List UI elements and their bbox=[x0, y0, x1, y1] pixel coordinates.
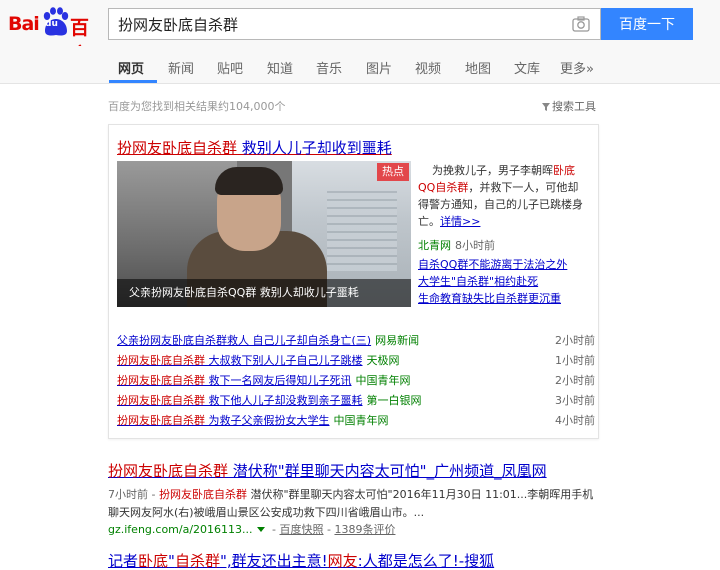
search-box[interactable] bbox=[108, 8, 601, 40]
tab-web[interactable]: 网页 bbox=[118, 58, 144, 77]
news-source: 北青网 8小时前 bbox=[418, 239, 495, 252]
search-input[interactable] bbox=[118, 15, 558, 33]
news-item-title[interactable]: 父亲扮网友卧底自杀群救人 自己儿子却自杀身亡(三) bbox=[117, 334, 371, 347]
logo-du-text: du bbox=[45, 19, 58, 29]
camera-icon[interactable] bbox=[572, 16, 590, 32]
tab-video[interactable]: 视频 bbox=[415, 58, 441, 77]
nav-tabs: 网页 新闻 贴吧 知道 音乐 图片 视频 地图 文库 更多» bbox=[0, 46, 720, 84]
news-item-title[interactable]: 扮网友卧底自杀群 救下一名网友后得知儿子死讯 bbox=[117, 374, 352, 387]
news-list-item: 扮网友卧底自杀群 救下他人儿子却没救到亲子噩耗 第一白银网 3小时前 bbox=[117, 394, 595, 407]
tab-images[interactable]: 图片 bbox=[366, 58, 392, 77]
news-image[interactable]: 父亲扮网友卧底自杀QQ群 救别人却收儿子噩耗 bbox=[117, 161, 411, 307]
news-list-item: 扮网友卧底自杀群 为救子父亲假扮女大学生 中国青年网 4小时前 bbox=[117, 414, 595, 427]
tab-tieba[interactable]: 贴吧 bbox=[217, 58, 243, 77]
details-link[interactable]: 详情>> bbox=[440, 215, 480, 228]
tab-wenku[interactable]: 文库 bbox=[514, 58, 540, 77]
related-link[interactable]: 自杀QQ群不能游离于法治之外 bbox=[418, 256, 596, 273]
news-card: 扮网友卧底自杀群 救别人儿子却收到噩耗 父亲扮网友卧底自杀QQ群 救别人却收儿子… bbox=[108, 124, 599, 439]
related-link[interactable]: 大学生"自杀群"相约赴死 bbox=[418, 273, 596, 290]
dropdown-triangle-icon[interactable] bbox=[256, 527, 265, 532]
tab-news[interactable]: 新闻 bbox=[168, 58, 194, 77]
result-snippet: 7小时前 - 扮网友卧底自杀群 潜伏称"群里聊天内容太可怕"2016年11月30… bbox=[108, 488, 594, 519]
tab-more[interactable]: 更多» bbox=[560, 58, 594, 77]
news-item-title[interactable]: 扮网友卧底自杀群 大叔救下别人儿子自己儿子跳楼 bbox=[117, 354, 363, 367]
news-summary: 为挽救儿子，男子李朝晖卧底QQ自杀群，并救下一人，可他却得警方通知，自己的儿子已… bbox=[418, 164, 583, 228]
search-tools-label: 搜索工具 bbox=[552, 100, 596, 113]
result-count: 百度为您找到相关结果约104,000个 bbox=[108, 100, 286, 113]
logo-bai-text: Bai bbox=[8, 13, 40, 35]
news-item-title[interactable]: 扮网友卧底自杀群 为救子父亲假扮女大学生 bbox=[117, 414, 330, 427]
cache-link[interactable]: 百度快照 bbox=[280, 523, 324, 536]
active-tab-indicator bbox=[109, 80, 157, 83]
tab-zhidao[interactable]: 知道 bbox=[267, 58, 293, 77]
related-link[interactable]: 生命教育缺失比自杀群更沉重 bbox=[418, 290, 596, 307]
header-bar: Bai du 百度 百度一下 bbox=[0, 0, 720, 66]
tab-map[interactable]: 地图 bbox=[465, 58, 491, 77]
hot-badge: 热点 bbox=[377, 163, 409, 181]
result-url-line: gz.ifeng.com/a/2016113... - 百度快照 - 1389条… bbox=[108, 523, 396, 536]
result-url: gz.ifeng.com/a/2016113... bbox=[108, 523, 253, 536]
baidu-logo[interactable]: Bai du 百度 bbox=[8, 6, 103, 66]
result-title[interactable]: 扮网友卧底自杀群 潜伏称"群里聊天内容太可怕"_广州频道_凤凰网 bbox=[108, 460, 547, 481]
related-links: 自杀QQ群不能游离于法治之外 大学生"自杀群"相约赴死 生命教育缺失比自杀群更沉… bbox=[418, 256, 596, 307]
result-title[interactable]: 记者卧底"自杀群",群友还出主意!网友:人都是怎么了!-搜狐 bbox=[108, 550, 494, 570]
search-button[interactable]: 百度一下 bbox=[601, 8, 693, 40]
tab-music[interactable]: 音乐 bbox=[316, 58, 342, 77]
reviews-link[interactable]: 1389条评价 bbox=[334, 523, 395, 536]
news-list-item: 扮网友卧底自杀群 大叔救下别人儿子自己儿子跳楼 天极网 1小时前 bbox=[117, 354, 595, 367]
search-tools-button[interactable]: 搜索工具 bbox=[542, 98, 596, 114]
news-list-item: 扮网友卧底自杀群 救下一名网友后得知儿子死讯 中国青年网 2小时前 bbox=[117, 374, 595, 387]
news-item-title[interactable]: 扮网友卧底自杀群 救下他人儿子却没救到亲子噩耗 bbox=[117, 394, 363, 407]
news-list-item: 父亲扮网友卧底自杀群救人 自己儿子却自杀身亡(三) 网易新闻 2小时前 bbox=[117, 334, 595, 347]
news-card-title[interactable]: 扮网友卧底自杀群 救别人儿子却收到噩耗 bbox=[117, 137, 392, 158]
funnel-icon bbox=[542, 103, 550, 111]
news-image-caption: 父亲扮网友卧底自杀QQ群 救别人却收儿子噩耗 bbox=[129, 286, 359, 299]
